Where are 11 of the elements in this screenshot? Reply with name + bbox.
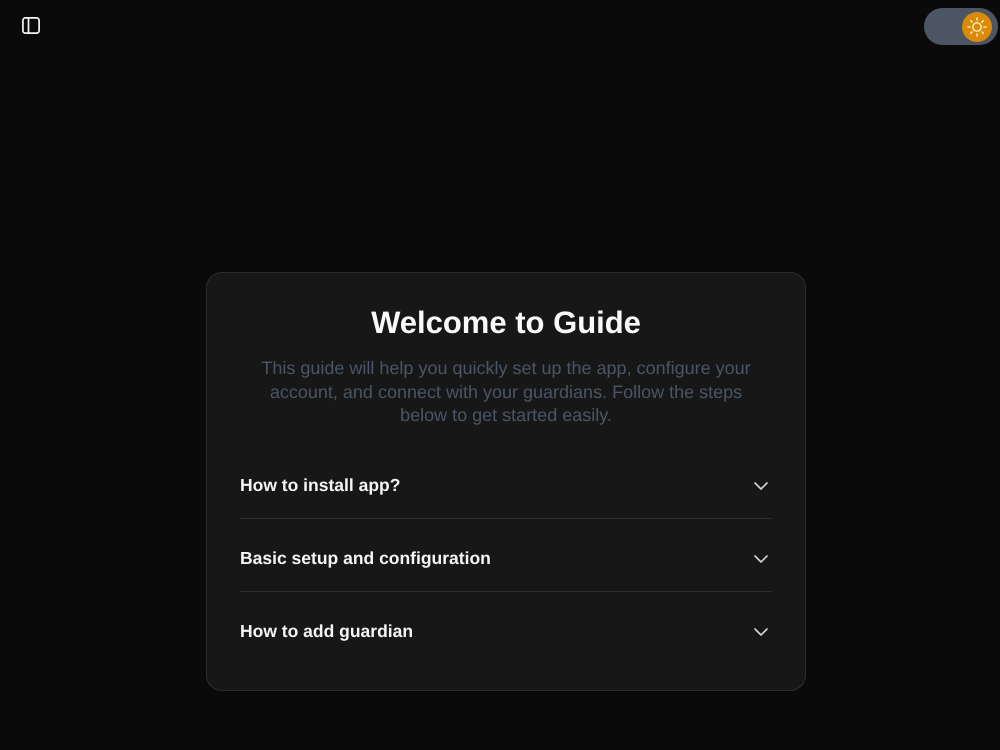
chevron-icon — [754, 482, 768, 490]
guide-title: Welcome to Guide — [370, 305, 642, 341]
sun-icon — [962, 12, 992, 42]
faq-question[interactable]: How to add guardian — [240, 592, 772, 664]
faq-question[interactable]: Basic setup and configuration — [240, 518, 772, 590]
guide-description: This guide will help you quickly set up the app, configure your account, and connect with your guardians. Follow the steps below to get started easily. — [260, 357, 752, 427]
chevron-icon — [754, 628, 768, 636]
theme-toggle[interactable] — [924, 8, 998, 45]
faq-question[interactable]: How to install app? — [240, 446, 772, 518]
chevron-icon — [754, 554, 768, 562]
sidebar-toggle-icon[interactable] — [22, 17, 40, 34]
